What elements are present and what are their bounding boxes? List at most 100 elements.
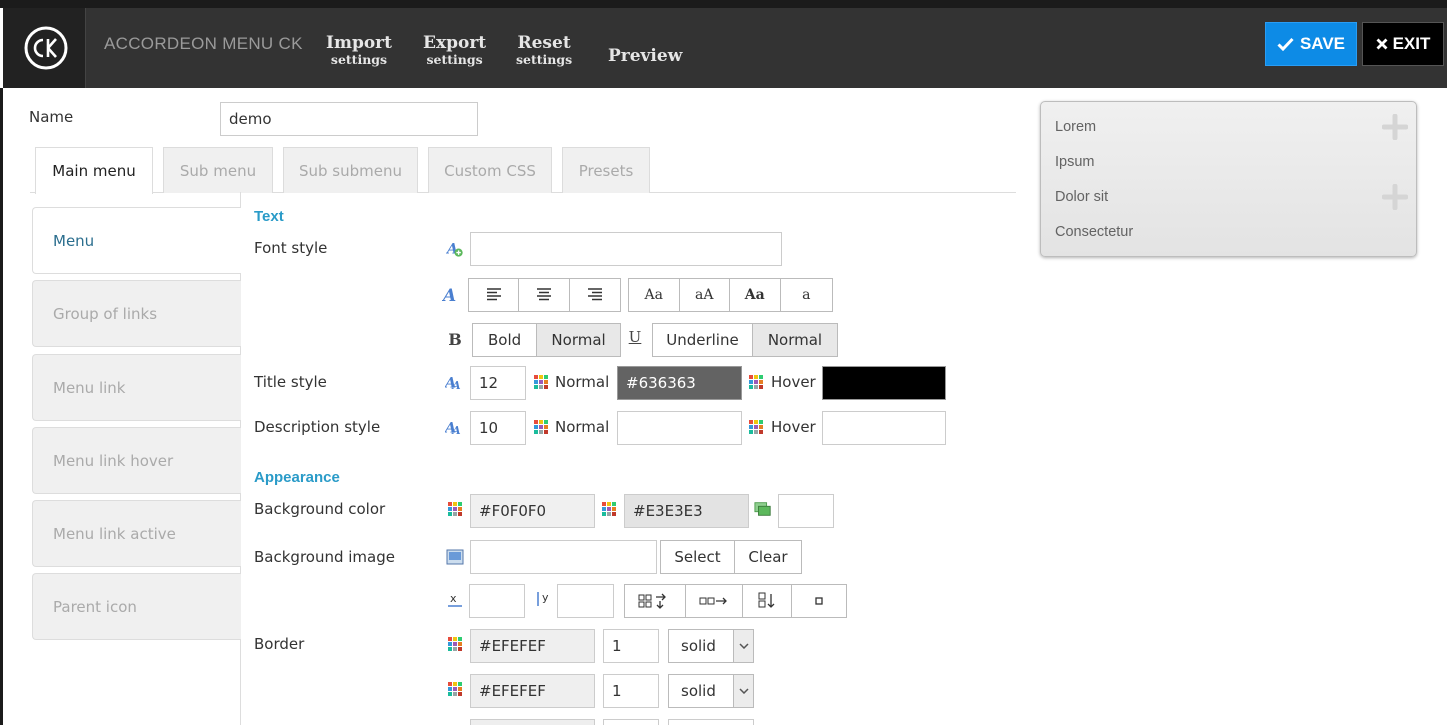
align-right-button[interactable] — [569, 279, 621, 311]
ck-logo-icon — [24, 26, 68, 70]
tab-main-menu[interactable]: Main menu — [35, 147, 153, 194]
weight-normal-button[interactable]: Normal — [537, 324, 620, 356]
title-size-input[interactable] — [470, 366, 526, 400]
side-item-parent-icon[interactable]: Parent icon — [32, 573, 241, 640]
border-width-input[interactable] — [603, 629, 659, 663]
tab-sub-submenu[interactable]: Sub submenu — [283, 147, 418, 193]
section-appearance-heading: Appearance — [254, 469, 340, 486]
color-picker-icon[interactable] — [446, 635, 464, 653]
repeat-button[interactable] — [625, 585, 687, 617]
side-item-menu-link-active[interactable]: Menu link active — [32, 500, 241, 567]
bg-position-x-input[interactable] — [469, 584, 525, 618]
preview-item[interactable]: Dolor sit — [1055, 189, 1108, 205]
font-size-icon: AA — [445, 373, 463, 391]
reset-sublabel: settings — [516, 52, 573, 67]
name-input[interactable] — [220, 102, 478, 136]
description-hover-color-input[interactable] — [822, 411, 946, 445]
description-hover-label: Hover — [771, 418, 816, 436]
clear-image-button[interactable]: Clear — [734, 541, 801, 573]
export-sublabel: settings — [426, 52, 483, 67]
border-style-select-partial[interactable] — [668, 719, 754, 725]
border-style-select[interactable]: solid — [668, 674, 754, 708]
repeat-x-button[interactable] — [686, 585, 743, 617]
border-style-select[interactable]: solid — [668, 629, 754, 663]
side-item-menu-link-hover[interactable]: Menu link hover — [32, 427, 241, 494]
description-size-input[interactable] — [470, 411, 526, 445]
import-settings-button[interactable]: Import settings — [326, 33, 392, 67]
decoration-normal-button[interactable]: Normal — [752, 324, 837, 356]
bg-image-input[interactable] — [470, 540, 657, 574]
no-repeat-icon — [815, 597, 823, 605]
border-style-value: solid — [681, 682, 716, 700]
side-item-menu-link[interactable]: Menu link — [32, 354, 241, 421]
app-title: ACCORDEON MENU CK — [104, 34, 303, 53]
bg-image-actions: Select Clear — [660, 540, 802, 574]
case-none-button[interactable]: Aa — [730, 279, 781, 311]
reset-label: Reset — [517, 33, 571, 53]
border-width-input-partial[interactable] — [603, 719, 659, 725]
side-item-group-of-links[interactable]: Group of links — [32, 280, 241, 347]
repeat-icon — [638, 593, 667, 609]
font-size-icon: AA — [445, 418, 463, 436]
repeat-y-button[interactable] — [742, 585, 793, 617]
preview-item[interactable]: Ipsum — [1055, 154, 1095, 170]
bg-color-2-input[interactable]: #E3E3E3 — [624, 494, 749, 528]
font-style-input[interactable] — [470, 232, 782, 266]
text-case-group: Aa aA Aa a — [628, 278, 833, 312]
color-picker-icon[interactable] — [532, 418, 550, 436]
plus-icon[interactable] — [1382, 114, 1408, 140]
case-lowercase-button[interactable]: a — [780, 279, 832, 311]
exit-label: EXIT — [1392, 34, 1431, 53]
no-repeat-button[interactable] — [792, 585, 846, 617]
border-color-input-partial[interactable] — [470, 719, 595, 725]
tab-sub-menu[interactable]: Sub menu — [163, 147, 273, 193]
title-normal-color-input[interactable]: #636363 — [617, 366, 742, 400]
preview-item[interactable]: Consectetur — [1055, 224, 1133, 240]
align-center-icon — [537, 288, 552, 301]
color-picker-icon[interactable] — [747, 418, 765, 436]
border-label: Border — [254, 635, 305, 653]
reset-settings-button[interactable]: Reset settings — [516, 33, 573, 67]
image-icon — [446, 548, 464, 566]
border-color-input[interactable]: #EFEFEF — [470, 674, 595, 708]
bg-color-1-input[interactable]: #F0F0F0 — [470, 494, 595, 528]
color-picker-icon[interactable] — [446, 500, 464, 518]
description-normal-color-input[interactable] — [617, 411, 742, 445]
bg-position-y-input[interactable] — [557, 584, 614, 618]
import-sublabel: settings — [330, 52, 388, 67]
plus-icon[interactable] — [1382, 184, 1408, 210]
color-picker-icon[interactable] — [532, 373, 550, 391]
align-center-button[interactable] — [519, 279, 570, 311]
check-icon — [1277, 37, 1294, 51]
case-uppercase-button[interactable]: aA — [679, 279, 730, 311]
position-x-icon: x — [446, 591, 464, 609]
color-picker-icon[interactable] — [600, 500, 618, 518]
svg-text:A: A — [451, 424, 460, 436]
repeat-x-icon — [699, 597, 728, 605]
bold-button[interactable]: Bold — [473, 324, 538, 356]
align-left-button[interactable] — [469, 279, 520, 311]
font-weight-group: Bold Normal — [472, 323, 621, 357]
border-color-input[interactable]: #EFEFEF — [470, 629, 595, 663]
tab-custom-css[interactable]: Custom CSS — [428, 147, 552, 193]
border-width-input[interactable] — [603, 674, 659, 708]
color-picker-icon[interactable] — [446, 680, 464, 698]
tab-presets[interactable]: Presets — [562, 147, 650, 193]
underline-button[interactable]: Underline — [653, 324, 753, 356]
side-item-menu[interactable]: Menu — [32, 207, 241, 274]
exit-button[interactable]: EXIT — [1362, 22, 1444, 66]
save-button[interactable]: SAVE — [1265, 22, 1357, 66]
bg-repeat-group — [624, 584, 847, 618]
title-hover-color-input[interactable] — [822, 366, 946, 400]
preview-button[interactable]: Preview — [608, 46, 682, 66]
left-border — [0, 88, 3, 725]
title-normal-label: Normal — [555, 373, 610, 391]
export-settings-button[interactable]: Export settings — [423, 34, 486, 67]
color-picker-icon[interactable] — [747, 373, 765, 391]
select-image-button[interactable]: Select — [661, 541, 735, 573]
menu-preview-panel: Lorem Ipsum Dolor sit Consectetur — [1040, 101, 1417, 257]
preview-item[interactable]: Lorem — [1055, 119, 1096, 135]
case-capitalize-button[interactable]: Aa — [629, 279, 680, 311]
bg-opacity-input[interactable] — [778, 494, 834, 528]
import-label: Import — [326, 33, 392, 53]
